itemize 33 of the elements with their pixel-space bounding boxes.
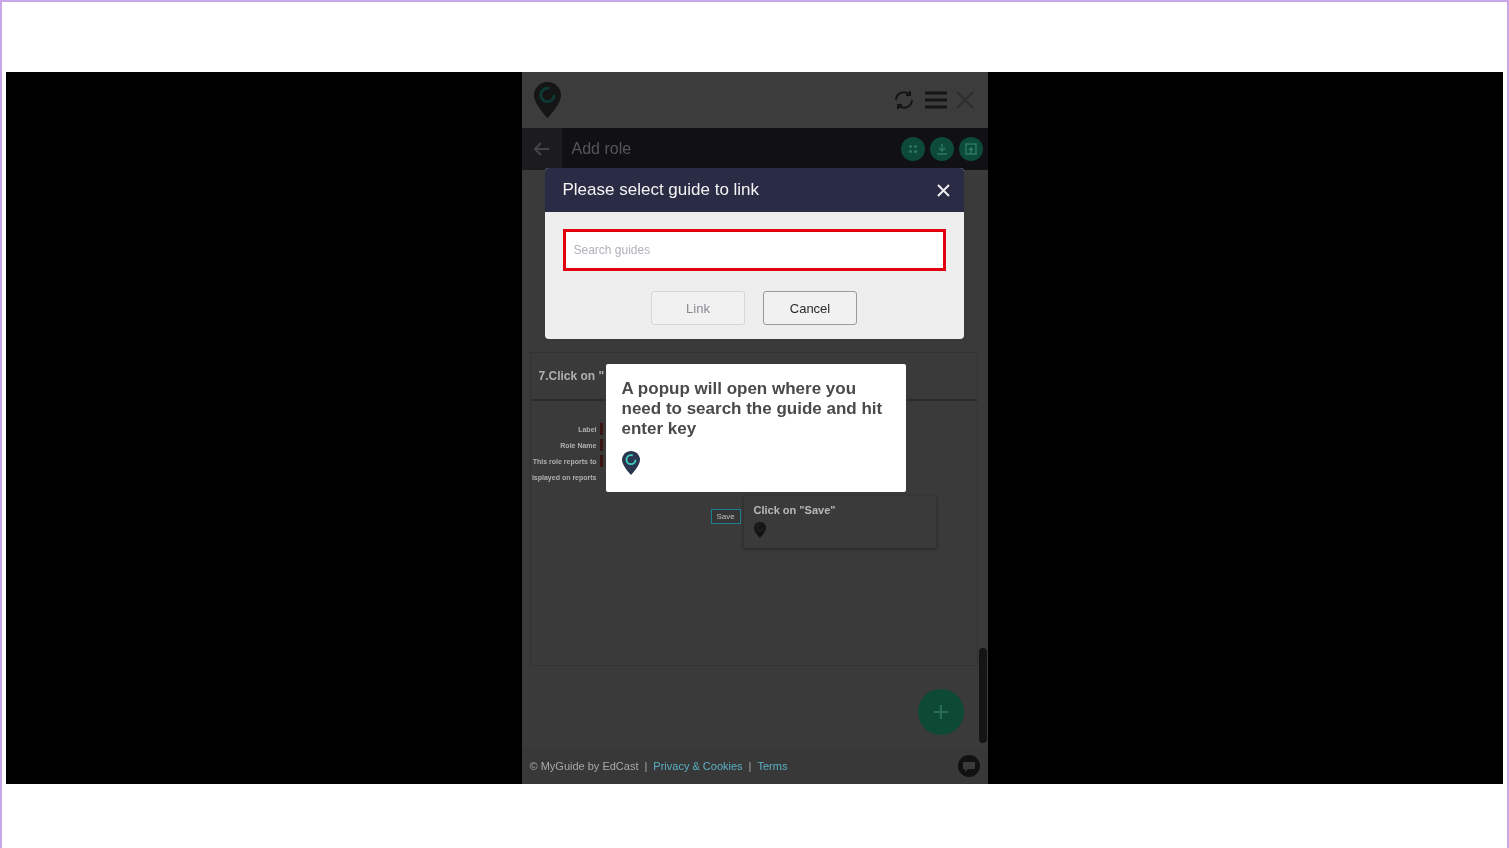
grid-icon <box>907 144 918 154</box>
page-title: Add role <box>571 140 633 158</box>
separator: | <box>748 760 752 772</box>
pin-icon <box>753 522 766 538</box>
step-tooltip-text: Click on "Save" <box>753 504 837 516</box>
privacy-link[interactable]: Privacy & Cookies <box>653 760 743 772</box>
dialog-title: Please select guide to link <box>562 180 760 200</box>
search-field[interactable]: Search guides <box>562 229 946 271</box>
grid-button[interactable] <box>900 137 925 161</box>
upload-icon <box>964 143 977 155</box>
copyright-text: © MyGuide by EdCast <box>529 760 639 772</box>
scrollbar[interactable] <box>978 648 987 743</box>
upload-button[interactable] <box>958 137 983 161</box>
field-marker <box>599 439 603 451</box>
download-icon <box>935 143 948 155</box>
back-arrow-icon[interactable] <box>533 142 550 156</box>
close-icon <box>936 183 950 197</box>
logo-icon <box>621 451 640 475</box>
separator: | <box>644 760 648 772</box>
field-marker <box>599 455 603 467</box>
chat-icon[interactable] <box>957 755 980 777</box>
close-button[interactable] <box>936 183 950 197</box>
add-button[interactable] <box>917 689 964 735</box>
plus-icon <box>932 704 949 720</box>
terms-link[interactable]: Terms <box>757 760 788 772</box>
dialog-button[interactable]: Cancel <box>763 291 857 325</box>
logo-icon <box>533 82 561 118</box>
step-title: 7.Click on " <box>538 369 605 383</box>
save-button[interactable]: Save <box>710 509 741 524</box>
tooltip-text: A popup will open where you need to search the guide and hit enter key <box>621 379 884 439</box>
menu-icon[interactable] <box>923 90 948 110</box>
download-button[interactable] <box>929 137 954 161</box>
field-marker <box>599 423 603 435</box>
